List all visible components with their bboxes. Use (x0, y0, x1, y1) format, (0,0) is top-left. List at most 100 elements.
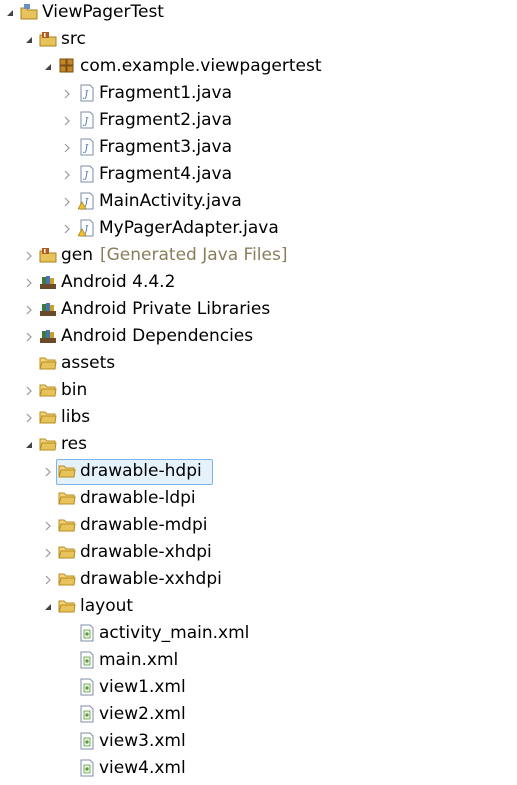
collapsed-arrow-icon[interactable] (43, 458, 55, 485)
xml-file-icon (78, 705, 96, 723)
tree-row-project[interactable]: ViewPagerTest (0, 0, 517, 26)
tree-row-java-file[interactable]: J Fragment4.java (0, 161, 517, 188)
tree-row-java-file[interactable]: J Fragment3.java (0, 134, 517, 161)
tree-row-folder[interactable]: bin (0, 377, 517, 404)
tree-row-src[interactable]: src (0, 26, 517, 53)
drawable-folder-label: drawable-mdpi (80, 515, 208, 535)
xml-file-icon (78, 624, 96, 642)
collapsed-arrow-icon[interactable] (62, 215, 74, 242)
gen-label: gen (61, 245, 94, 265)
folder-icon (39, 408, 57, 426)
java-file-warning-icon: J (77, 192, 96, 210)
tree-row-folder[interactable]: assets (0, 350, 517, 377)
collapsed-arrow-icon[interactable] (62, 161, 74, 188)
tree-row-xml-file[interactable]: view2.xml (0, 701, 517, 728)
folder-icon (58, 597, 76, 615)
package-explorer-tree: ViewPagerTest src com.example.viewpagert… (0, 0, 517, 785)
java-file-warning-icon: J (77, 219, 96, 237)
tree-row-drawable[interactable]: drawable-xxhdpi (0, 566, 517, 593)
xml-file-icon (78, 732, 96, 750)
xml-file-icon (78, 678, 96, 696)
collapsed-arrow-icon[interactable] (43, 539, 55, 566)
gen-decoration: [Generated Java Files] (100, 245, 288, 265)
res-label: res (61, 434, 87, 454)
java-file-label: Fragment3.java (99, 137, 233, 157)
project-label: ViewPagerTest (42, 2, 164, 22)
collapsed-arrow-icon[interactable] (43, 512, 55, 539)
expanded-arrow-icon[interactable] (43, 593, 55, 620)
collapsed-arrow-icon[interactable] (62, 188, 74, 215)
expanded-arrow-icon[interactable] (24, 26, 36, 53)
expanded-arrow-icon[interactable] (24, 431, 36, 458)
java-file-label: MyPagerAdapter.java (99, 218, 279, 238)
collapsed-arrow-icon[interactable] (62, 80, 74, 107)
package-label: com.example.viewpagertest (80, 56, 322, 76)
tree-row-drawable[interactable]: drawable-mdpi (0, 512, 517, 539)
library-label: Android Private Libraries (61, 299, 271, 319)
folder-icon (58, 489, 76, 507)
collapsed-arrow-icon[interactable] (24, 242, 36, 269)
tree-row-res[interactable]: res (0, 431, 517, 458)
folder-icon (58, 516, 76, 534)
folder-icon (39, 435, 57, 453)
folder-label: libs (61, 407, 91, 427)
xml-file-label: view1.xml (99, 677, 186, 697)
java-file-label: Fragment1.java (99, 83, 233, 103)
collapsed-arrow-icon[interactable] (62, 107, 74, 134)
tree-row-java-file[interactable]: J MainActivity.java (0, 188, 517, 215)
collapsed-arrow-icon[interactable] (43, 566, 55, 593)
tree-row-xml-file[interactable]: view4.xml (0, 755, 517, 782)
tree-row-drawable[interactable]: drawable-hdpi (0, 458, 517, 485)
expanded-arrow-icon[interactable] (5, 0, 17, 26)
folder-icon (39, 381, 57, 399)
tree-row-layout[interactable]: layout (0, 593, 517, 620)
xml-file-label: view2.xml (99, 704, 186, 724)
expanded-arrow-icon[interactable] (43, 53, 55, 80)
java-file-icon: J (78, 165, 96, 183)
package-icon (58, 57, 76, 75)
xml-file-label: view4.xml (99, 758, 186, 778)
folder-icon (58, 570, 76, 588)
folder-icon (58, 543, 76, 561)
tree-row-library[interactable]: Android 4.4.2 (0, 269, 517, 296)
collapsed-arrow-icon[interactable] (62, 134, 74, 161)
source-folder-icon (39, 246, 57, 264)
folder-label: bin (61, 380, 88, 400)
xml-file-label: main.xml (99, 650, 179, 670)
folder-icon (58, 462, 76, 480)
tree-row-xml-file[interactable]: view3.xml (0, 728, 517, 755)
xml-file-label: view3.xml (99, 731, 186, 751)
tree-row-drawable[interactable]: drawable-xhdpi (0, 539, 517, 566)
tree-row-folder[interactable]: libs (0, 404, 517, 431)
collapsed-arrow-icon[interactable] (24, 323, 36, 350)
drawable-folder-label: drawable-ldpi (80, 488, 196, 508)
library-label: Android 4.4.2 (61, 272, 176, 292)
drawable-folder-label: drawable-xxhdpi (80, 569, 222, 589)
collapsed-arrow-icon[interactable] (24, 404, 36, 431)
tree-row-gen[interactable]: gen [Generated Java Files] (0, 242, 517, 269)
collapsed-arrow-icon[interactable] (24, 296, 36, 323)
tree-row-xml-file[interactable]: view1.xml (0, 674, 517, 701)
tree-row-drawable[interactable]: drawable-ldpi (0, 485, 517, 512)
layout-label: layout (80, 596, 134, 616)
tree-row-xml-file[interactable]: main.xml (0, 647, 517, 674)
java-file-icon: J (78, 111, 96, 129)
tree-row-xml-file[interactable]: activity_main.xml (0, 620, 517, 647)
collapsed-arrow-icon[interactable] (24, 377, 36, 404)
drawable-folder-label: drawable-hdpi (80, 461, 202, 481)
tree-row-java-file[interactable]: J Fragment1.java (0, 80, 517, 107)
tree-row-package[interactable]: com.example.viewpagertest (0, 53, 517, 80)
source-folder-icon (39, 30, 57, 48)
project-folder-icon (20, 3, 38, 21)
xml-file-icon (78, 759, 96, 777)
tree-row-library[interactable]: Android Dependencies (0, 323, 517, 350)
tree-row-java-file[interactable]: J Fragment2.java (0, 107, 517, 134)
java-file-label: MainActivity.java (99, 191, 242, 211)
tree-row-java-file[interactable]: J MyPagerAdapter.java (0, 215, 517, 242)
drawable-folder-label: drawable-xhdpi (80, 542, 212, 562)
collapsed-arrow-icon[interactable] (24, 269, 36, 296)
java-file-icon: J (78, 84, 96, 102)
tree-row-library[interactable]: Android Private Libraries (0, 296, 517, 323)
xml-file-label: activity_main.xml (99, 623, 250, 643)
library-icon (39, 327, 57, 345)
